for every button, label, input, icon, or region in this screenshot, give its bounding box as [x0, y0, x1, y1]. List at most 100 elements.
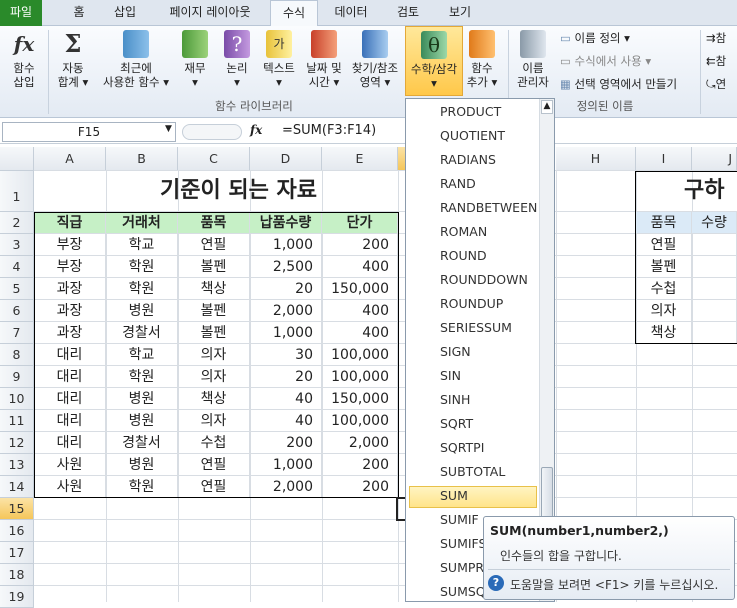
- lookup-button[interactable]: 찾기/참조 영역 ▾: [346, 26, 404, 96]
- table-header-cell[interactable]: 단가: [322, 212, 398, 234]
- table2-header-cell[interactable]: 수량: [692, 212, 737, 234]
- select-all-corner[interactable]: [0, 147, 34, 171]
- menu-item-function[interactable]: SUMSQ: [440, 584, 486, 599]
- table-cell[interactable]: 병원: [106, 300, 178, 322]
- column-header[interactable]: A: [34, 147, 106, 171]
- table-cell[interactable]: 200: [322, 476, 398, 498]
- table-cell[interactable]: 150,000: [322, 278, 398, 300]
- table-cell[interactable]: 대리: [34, 344, 106, 366]
- table-header-cell[interactable]: 거래처: [106, 212, 178, 234]
- row-header[interactable]: 8: [0, 344, 34, 366]
- menu-item-function[interactable]: RAND: [440, 176, 476, 191]
- table-cell[interactable]: 의자: [178, 410, 250, 432]
- row-header[interactable]: 6: [0, 300, 34, 322]
- row-header[interactable]: 2: [0, 212, 34, 234]
- column-header[interactable]: E: [322, 147, 398, 171]
- row-header[interactable]: 19: [0, 586, 34, 608]
- table-cell[interactable]: 연필: [178, 476, 250, 498]
- table-cell[interactable]: 1,000: [250, 454, 322, 476]
- table-cell[interactable]: 사원: [34, 476, 106, 498]
- table-cell[interactable]: 1,000: [250, 322, 322, 344]
- table-header-cell[interactable]: 직급: [34, 212, 106, 234]
- table-cell[interactable]: 학원: [106, 256, 178, 278]
- define-name-button[interactable]: ▭ 이름 정의 ▾: [560, 30, 630, 46]
- row-header[interactable]: 17: [0, 542, 34, 564]
- table2-cell[interactable]: 수첩: [636, 278, 692, 300]
- menu-item-function[interactable]: SERIESSUM: [440, 320, 512, 335]
- table-cell[interactable]: 대리: [34, 410, 106, 432]
- table-cell[interactable]: 볼펜: [178, 256, 250, 278]
- column-header[interactable]: B: [106, 147, 178, 171]
- table-cell[interactable]: 대리: [34, 432, 106, 454]
- menu-item-function[interactable]: SUMIF: [440, 512, 479, 527]
- name-box-dropdown-icon[interactable]: ▼: [165, 124, 172, 134]
- name-box[interactable]: F15: [2, 122, 176, 142]
- table-cell[interactable]: 2,000: [250, 300, 322, 322]
- text-button[interactable]: 가 텍스트 ▾: [258, 26, 300, 96]
- tab-insert[interactable]: 삽입: [104, 0, 146, 26]
- menu-item-function[interactable]: SIN: [440, 368, 461, 383]
- menu-item-function[interactable]: RANDBETWEEN: [440, 200, 537, 215]
- table2-cell[interactable]: [692, 322, 737, 344]
- table-cell[interactable]: 학원: [106, 366, 178, 388]
- table-cell[interactable]: 100,000: [322, 366, 398, 388]
- insert-function-button[interactable]: fx 함수 삽입: [2, 26, 46, 96]
- row-header[interactable]: 11: [0, 410, 34, 432]
- table-header-cell[interactable]: 품목: [178, 212, 250, 234]
- use-in-formula-button[interactable]: ▭ 수식에서 사용 ▾: [560, 53, 651, 69]
- table-cell[interactable]: 40: [250, 410, 322, 432]
- table-cell[interactable]: 책상: [178, 278, 250, 300]
- menu-item-function[interactable]: SQRT: [440, 416, 473, 431]
- logical-button[interactable]: ? 논리 ▾: [220, 26, 254, 96]
- table2-cell[interactable]: 연필: [636, 234, 692, 256]
- more-functions-button[interactable]: 함수 추가 ▾: [462, 26, 502, 96]
- menu-item-function[interactable]: SQRTPI: [440, 440, 484, 455]
- row-header[interactable]: 18: [0, 564, 34, 586]
- table-cell[interactable]: 수첩: [178, 432, 250, 454]
- tab-file[interactable]: 파일: [0, 0, 42, 26]
- autosum-button[interactable]: Σ 자동 합계 ▾: [50, 26, 96, 96]
- menu-item-function[interactable]: ROMAN: [440, 224, 487, 239]
- table-cell[interactable]: 병원: [106, 410, 178, 432]
- table-cell[interactable]: 40: [250, 388, 322, 410]
- tab-review[interactable]: 검토: [384, 0, 432, 26]
- table2-cell[interactable]: [692, 300, 737, 322]
- datetime-button[interactable]: 날짜 및 시간 ▾: [302, 26, 346, 96]
- table-cell[interactable]: 부장: [34, 256, 106, 278]
- menu-item-function[interactable]: RADIANS: [440, 152, 496, 167]
- column-header[interactable]: D: [250, 147, 322, 171]
- tab-page-layout[interactable]: 페이지 레이아웃: [150, 0, 270, 26]
- table-cell[interactable]: 100,000: [322, 410, 398, 432]
- table-cell[interactable]: 1,000: [250, 234, 322, 256]
- tab-formulas[interactable]: 수식: [270, 0, 318, 27]
- column-header[interactable]: H: [556, 147, 636, 171]
- tab-home[interactable]: 홈: [58, 0, 100, 26]
- fx-icon[interactable]: fx: [250, 123, 262, 137]
- table-cell[interactable]: 과장: [34, 322, 106, 344]
- table-cell[interactable]: 경찰서: [106, 432, 178, 454]
- table-cell[interactable]: 400: [322, 256, 398, 278]
- table2-cell[interactable]: [692, 234, 737, 256]
- table-cell[interactable]: 과장: [34, 300, 106, 322]
- table-cell[interactable]: 연필: [178, 234, 250, 256]
- table-cell[interactable]: 학교: [106, 234, 178, 256]
- table-cell[interactable]: 학원: [106, 278, 178, 300]
- row-header[interactable]: 4: [0, 256, 34, 278]
- trace-dependents-button[interactable]: ⇇참: [706, 53, 726, 69]
- menu-item-function[interactable]: SUM: [440, 488, 468, 503]
- table-cell[interactable]: 부장: [34, 234, 106, 256]
- table-cell[interactable]: 의자: [178, 344, 250, 366]
- table-cell[interactable]: 100,000: [322, 344, 398, 366]
- menu-item-function[interactable]: ROUNDDOWN: [440, 272, 528, 287]
- table-cell[interactable]: 병원: [106, 454, 178, 476]
- table-cell[interactable]: 20: [250, 278, 322, 300]
- menu-item-function[interactable]: QUOTIENT: [440, 128, 505, 143]
- table-cell[interactable]: 400: [322, 300, 398, 322]
- menu-item-function[interactable]: SUMIFS: [440, 536, 486, 551]
- table-cell[interactable]: 책상: [178, 388, 250, 410]
- table-cell[interactable]: 학교: [106, 344, 178, 366]
- tab-data[interactable]: 데이터: [322, 0, 380, 26]
- table-cell[interactable]: 30: [250, 344, 322, 366]
- table-cell[interactable]: 의자: [178, 366, 250, 388]
- row-header[interactable]: 16: [0, 520, 34, 542]
